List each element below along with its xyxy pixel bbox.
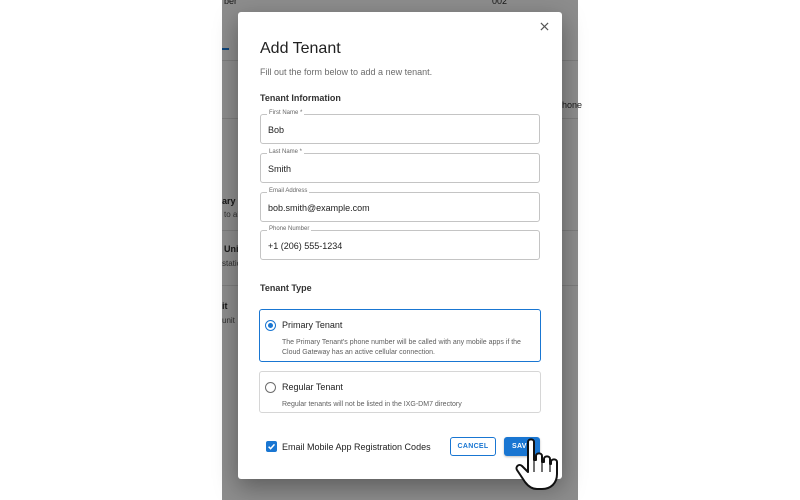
regular-tenant-title: Regular Tenant xyxy=(282,382,343,392)
last-name-field[interactable]: Last Name * xyxy=(260,149,540,183)
email-field[interactable]: Email Address xyxy=(260,188,540,222)
close-button[interactable] xyxy=(536,18,552,34)
email-label: Email Address xyxy=(267,188,310,194)
email-registration-checkbox[interactable] xyxy=(266,441,277,452)
first-name-field[interactable]: First Name * xyxy=(260,110,540,144)
phone-label: Phone Number xyxy=(267,226,312,232)
phone-input[interactable] xyxy=(268,241,528,251)
regular-tenant-description: Regular tenants will not be listed in th… xyxy=(282,401,462,408)
dialog-title: Add Tenant xyxy=(260,40,341,57)
last-name-input[interactable] xyxy=(268,164,528,174)
check-icon xyxy=(268,443,276,450)
section-tenant-information: Tenant Information xyxy=(260,93,341,103)
add-tenant-dialog: Add Tenant Fill out the form below to ad… xyxy=(238,12,562,479)
first-name-label: First Name * xyxy=(267,110,305,116)
dialog-subtitle: Fill out the form below to add a new ten… xyxy=(260,67,433,77)
last-name-label: Last Name * xyxy=(267,149,305,155)
tenant-type-primary[interactable]: Primary Tenant The Primary Tenant's phon… xyxy=(259,309,541,362)
email-registration-label: Email Mobile App Registration Codes xyxy=(282,442,431,452)
close-icon xyxy=(539,21,549,31)
primary-tenant-description: The Primary Tenant's phone number will b… xyxy=(282,339,521,356)
section-tenant-type: Tenant Type xyxy=(260,283,312,293)
tenant-type-regular[interactable]: Regular Tenant Regular tenants will not … xyxy=(259,371,541,413)
primary-tenant-radio[interactable] xyxy=(265,320,276,331)
regular-tenant-radio[interactable] xyxy=(265,382,276,393)
first-name-input[interactable] xyxy=(268,125,528,135)
primary-tenant-title: Primary Tenant xyxy=(282,320,343,330)
phone-field[interactable]: Phone Number xyxy=(260,226,540,260)
email-input[interactable] xyxy=(268,203,528,213)
hand-cursor-icon xyxy=(515,438,558,490)
cancel-button[interactable]: CANCEL xyxy=(450,437,496,456)
